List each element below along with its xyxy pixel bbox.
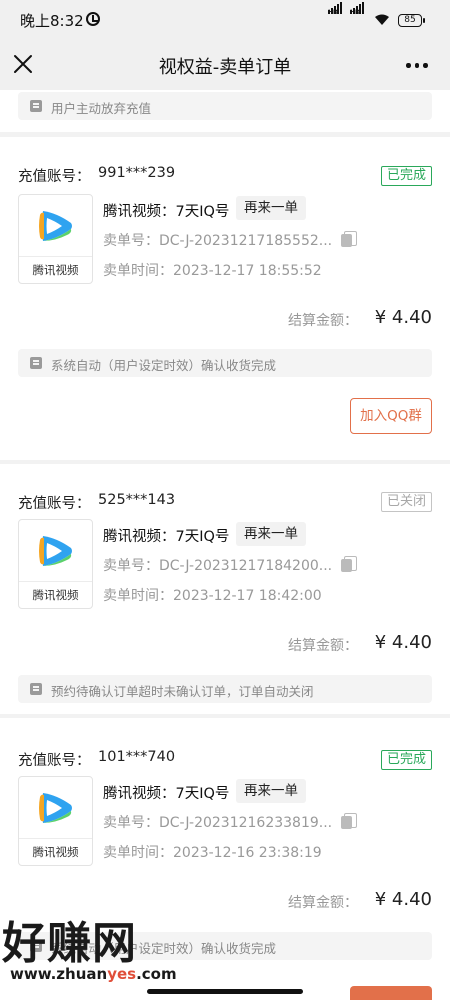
notice-icon [30,683,42,695]
product-name: 腾讯视频：7天IQ号 [103,529,230,545]
order-notice: 系统自动（用户设定时效）确认收货完成 [18,932,432,960]
home-indicator[interactable] [147,989,303,994]
order-card: 充值账号： 991***239 已完成 腾讯视频 腾讯视频：7天IQ号 再来一单… [0,137,450,460]
settle-label: 结算金额： [288,895,358,911]
order-card: 充值账号： 101***740 已完成 腾讯视频 腾讯视频：7天IQ号 再来一单… [0,718,450,1000]
settle-label: 结算金额： [288,638,358,654]
notice-icon [30,357,42,369]
order-notice: 用户主动放弃充值 [18,92,432,120]
order-notice: 系统自动（用户设定时效）确认收货完成 [18,349,432,377]
order-number: 卖单号：DC-J-20231216233819... [103,815,333,831]
more-icon[interactable] [406,63,428,69]
reorder-button[interactable]: 再来一单 [236,196,306,220]
account-value: 525***143 [98,492,176,508]
notice-text: 用户主动放弃充值 [51,101,152,116]
notice-icon [30,940,42,952]
product-name: 腾讯视频：7天IQ号 [103,204,230,220]
join-qq-group-button[interactable]: 加入QQ群 [350,398,432,434]
copy-icon[interactable] [341,556,357,572]
status-badge: 已完成 [380,166,432,186]
settle-label: 结算金额： [288,313,358,329]
status-badge: 已完成 [380,750,432,770]
order-time: 卖单时间：2023-12-17 18:42:00 [103,588,322,604]
account-label: 充值账号： [18,169,91,185]
notice-icon [30,100,42,112]
reorder-button[interactable]: 再来一单 [236,522,306,546]
notice-text: 系统自动（用户设定时效）确认收货完成 [51,358,277,373]
product-thumbnail[interactable]: 腾讯视频 [18,776,93,866]
reorder-button[interactable]: 再来一单 [236,779,306,803]
settle-amount: ¥ 4.40 [374,632,432,653]
order-notice: 预约待确认订单超时未确认订单，订单自动关闭 [18,675,432,703]
battery-icon: 85 [398,14,425,27]
order-time: 卖单时间：2023-12-17 18:55:52 [103,263,322,279]
order-number: 卖单号：DC-J-20231217185552... [103,233,333,249]
order-card-previous: 用户主动放弃充值 [0,90,450,132]
status-bar: 晚上8:32 HD HD 85 [0,0,450,40]
join-qq-group-button-partial[interactable] [350,986,432,1000]
thumbnail-label: 腾讯视频 [19,838,92,865]
notice-text: 系统自动（用户设定时效）确认收货完成 [51,941,277,956]
copy-icon[interactable] [341,813,357,829]
account-value: 101***740 [98,749,176,765]
product-thumbnail[interactable]: 腾讯视频 [18,194,93,284]
wifi-icon [375,14,389,25]
page-title: 视权益-卖单订单 [158,57,292,78]
account-value: 991***239 [98,165,176,181]
alarm-icon [86,12,100,26]
account-label: 充值账号： [18,496,91,512]
account-label: 充值账号： [18,753,91,769]
status-badge: 已关闭 [380,492,432,512]
settle-amount: ¥ 4.40 [374,889,432,910]
notice-text: 预约待确认订单超时未确认订单，订单自动关闭 [51,684,314,699]
product-name: 腾讯视频：7天IQ号 [103,786,230,802]
tencent-video-logo-icon [39,536,72,566]
copy-icon[interactable] [341,231,357,247]
settle-amount: ¥ 4.40 [374,307,432,328]
order-number: 卖单号：DC-J-20231217184200... [103,558,333,574]
nav-bar: 视权益-卖单订单 [0,40,450,90]
thumbnail-label: 腾讯视频 [19,581,92,608]
status-time: 晚上8:32 [20,12,84,30]
thumbnail-label: 腾讯视频 [19,256,92,283]
tencent-video-logo-icon [39,211,72,241]
product-thumbnail[interactable]: 腾讯视频 [18,519,93,609]
tencent-video-logo-icon [39,793,72,823]
order-card: 充值账号： 525***143 已关闭 腾讯视频 腾讯视频：7天IQ号 再来一单… [0,464,450,714]
order-time: 卖单时间：2023-12-16 23:38:19 [103,845,322,861]
